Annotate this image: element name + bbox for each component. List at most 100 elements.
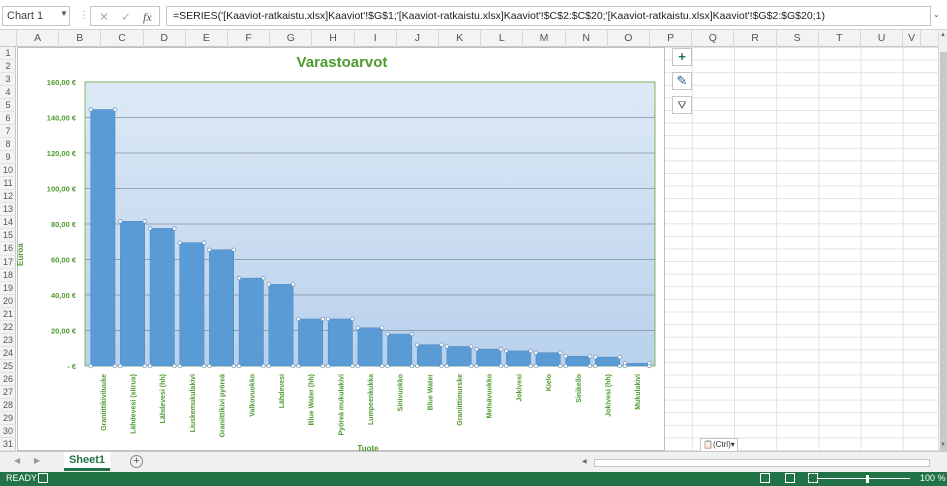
- bar-selection-handle[interactable]: [290, 363, 296, 369]
- insert-function-icon[interactable]: fx: [143, 10, 152, 25]
- bar-selection-handle[interactable]: [207, 363, 212, 369]
- bar-selection-handle[interactable]: [290, 282, 296, 287]
- bar[interactable]: [416, 344, 442, 367]
- bar[interactable]: [120, 221, 145, 367]
- bar-selection-handle[interactable]: [320, 363, 325, 369]
- prev-sheet-icon[interactable]: ◀: [14, 456, 20, 465]
- scroll-up-icon[interactable]: ▲: [940, 32, 946, 38]
- bar-selection-handle[interactable]: [587, 354, 593, 359]
- paste-options-button[interactable]: 📋(Ctrl)▾: [700, 438, 738, 452]
- bar-selection-handle[interactable]: [266, 363, 271, 369]
- bar-selection-handle[interactable]: [528, 348, 533, 354]
- column-header[interactable]: V: [903, 30, 922, 47]
- bar-selection-handle[interactable]: [350, 363, 355, 369]
- chart-plot[interactable]: - € 20,00 € 40,00 € 60,00 € 80,00 € 100,00 € 1…: [18, 48, 666, 452]
- y-axis-title[interactable]: Euroa: [16, 243, 25, 266]
- expand-formula-bar-icon[interactable]: ⌄: [933, 10, 940, 19]
- bar-selection-handle[interactable]: [147, 363, 153, 369]
- bar-selection-handle[interactable]: [207, 247, 212, 252]
- column-header[interactable]: T: [819, 30, 861, 47]
- zoom-slider[interactable]: [818, 478, 910, 479]
- bar[interactable]: [565, 355, 591, 367]
- bar[interactable]: [357, 327, 383, 367]
- bar-selection-handle[interactable]: [647, 363, 652, 369]
- bar-selection-handle[interactable]: [498, 346, 504, 352]
- bar-selection-handle[interactable]: [350, 316, 355, 322]
- bar[interactable]: [179, 242, 205, 367]
- column-header[interactable]: J: [397, 30, 439, 47]
- bar-selection-handle[interactable]: [593, 363, 598, 369]
- bar[interactable]: [506, 350, 531, 367]
- bar-selection-handle[interactable]: [587, 363, 593, 369]
- bar-selection-handle[interactable]: [504, 363, 509, 369]
- column-header[interactable]: M: [523, 30, 566, 47]
- sheet-tab-sheet1[interactable]: Sheet1: [64, 452, 110, 471]
- row-header[interactable]: 11: [0, 177, 16, 191]
- row-header[interactable]: 8: [0, 138, 16, 152]
- row-header[interactable]: 16: [0, 242, 16, 256]
- bar-selection-handle[interactable]: [558, 350, 563, 355]
- bar-selection-handle[interactable]: [88, 107, 93, 112]
- row-header[interactable]: 21: [0, 308, 16, 321]
- row-header[interactable]: 5: [0, 99, 16, 113]
- bar-selection-handle[interactable]: [415, 363, 420, 369]
- bar[interactable]: [387, 333, 413, 367]
- page-layout-view-icon[interactable]: [785, 473, 795, 483]
- bar[interactable]: [595, 356, 620, 367]
- bar-selection-handle[interactable]: [231, 363, 236, 369]
- bar-selection-handle[interactable]: [528, 363, 533, 369]
- horizontal-scrollbar[interactable]: ◀: [580, 457, 935, 468]
- row-header[interactable]: 10: [0, 164, 16, 178]
- bar[interactable]: [624, 363, 650, 367]
- column-header[interactable]: R: [734, 30, 777, 47]
- bar-selection-handle[interactable]: [201, 363, 207, 369]
- row-header[interactable]: 9: [0, 151, 16, 165]
- bar-selection-handle[interactable]: [320, 316, 325, 322]
- row-header[interactable]: 30: [0, 425, 16, 438]
- row-header[interactable]: 20: [0, 295, 16, 308]
- row-header[interactable]: 23: [0, 334, 16, 347]
- row-header[interactable]: 6: [0, 112, 16, 126]
- row-header[interactable]: 26: [0, 373, 16, 386]
- row-header[interactable]: 22: [0, 321, 16, 334]
- macro-record-icon[interactable]: [38, 473, 48, 483]
- bar-selection-handle[interactable]: [355, 363, 360, 369]
- column-header[interactable]: L: [481, 30, 524, 47]
- bar[interactable]: [327, 318, 353, 367]
- bar-selection-handle[interactable]: [409, 363, 415, 369]
- bar[interactable]: [446, 346, 472, 367]
- column-header[interactable]: E: [186, 30, 228, 47]
- bar-selection-handle[interactable]: [415, 342, 420, 347]
- bar-selection-handle[interactable]: [177, 240, 182, 245]
- bar-selection-handle[interactable]: [296, 316, 301, 322]
- row-header[interactable]: 14: [0, 216, 16, 230]
- row-header[interactable]: 27: [0, 386, 16, 399]
- bar[interactable]: [149, 228, 175, 367]
- row-header[interactable]: 25: [0, 360, 16, 373]
- bar-selection-handle[interactable]: [498, 363, 504, 369]
- cancel-icon[interactable]: ✕: [99, 10, 109, 24]
- column-header[interactable]: D: [144, 30, 186, 47]
- row-header[interactable]: 24: [0, 347, 16, 360]
- bar-selection-handle[interactable]: [355, 325, 360, 330]
- next-sheet-icon[interactable]: ▶: [34, 456, 40, 465]
- bar-selection-handle[interactable]: [593, 354, 598, 360]
- column-header[interactable]: N: [566, 30, 608, 47]
- bar-selection-handle[interactable]: [142, 363, 147, 369]
- chart-elements-button[interactable]: +: [672, 48, 692, 66]
- bar-selection-handle[interactable]: [325, 316, 331, 322]
- bar[interactable]: [476, 348, 502, 367]
- row-header[interactable]: 12: [0, 190, 16, 204]
- row-header[interactable]: 2: [0, 60, 16, 74]
- bar[interactable]: [298, 318, 324, 367]
- bar-selection-handle[interactable]: [177, 363, 182, 369]
- bar-selection-handle[interactable]: [558, 363, 563, 369]
- bar-selection-handle[interactable]: [261, 363, 266, 369]
- row-header[interactable]: 1: [0, 47, 16, 61]
- bar-selection-handle[interactable]: [439, 363, 444, 369]
- horizontal-scroll-thumb[interactable]: [594, 459, 930, 467]
- row-header[interactable]: 15: [0, 229, 16, 243]
- bar-selection-handle[interactable]: [617, 363, 622, 369]
- bar-selection-handle[interactable]: [296, 363, 301, 369]
- chart[interactable]: Varastoarvot - €20,00 €40,00 €60,00 €80,…: [16, 47, 666, 453]
